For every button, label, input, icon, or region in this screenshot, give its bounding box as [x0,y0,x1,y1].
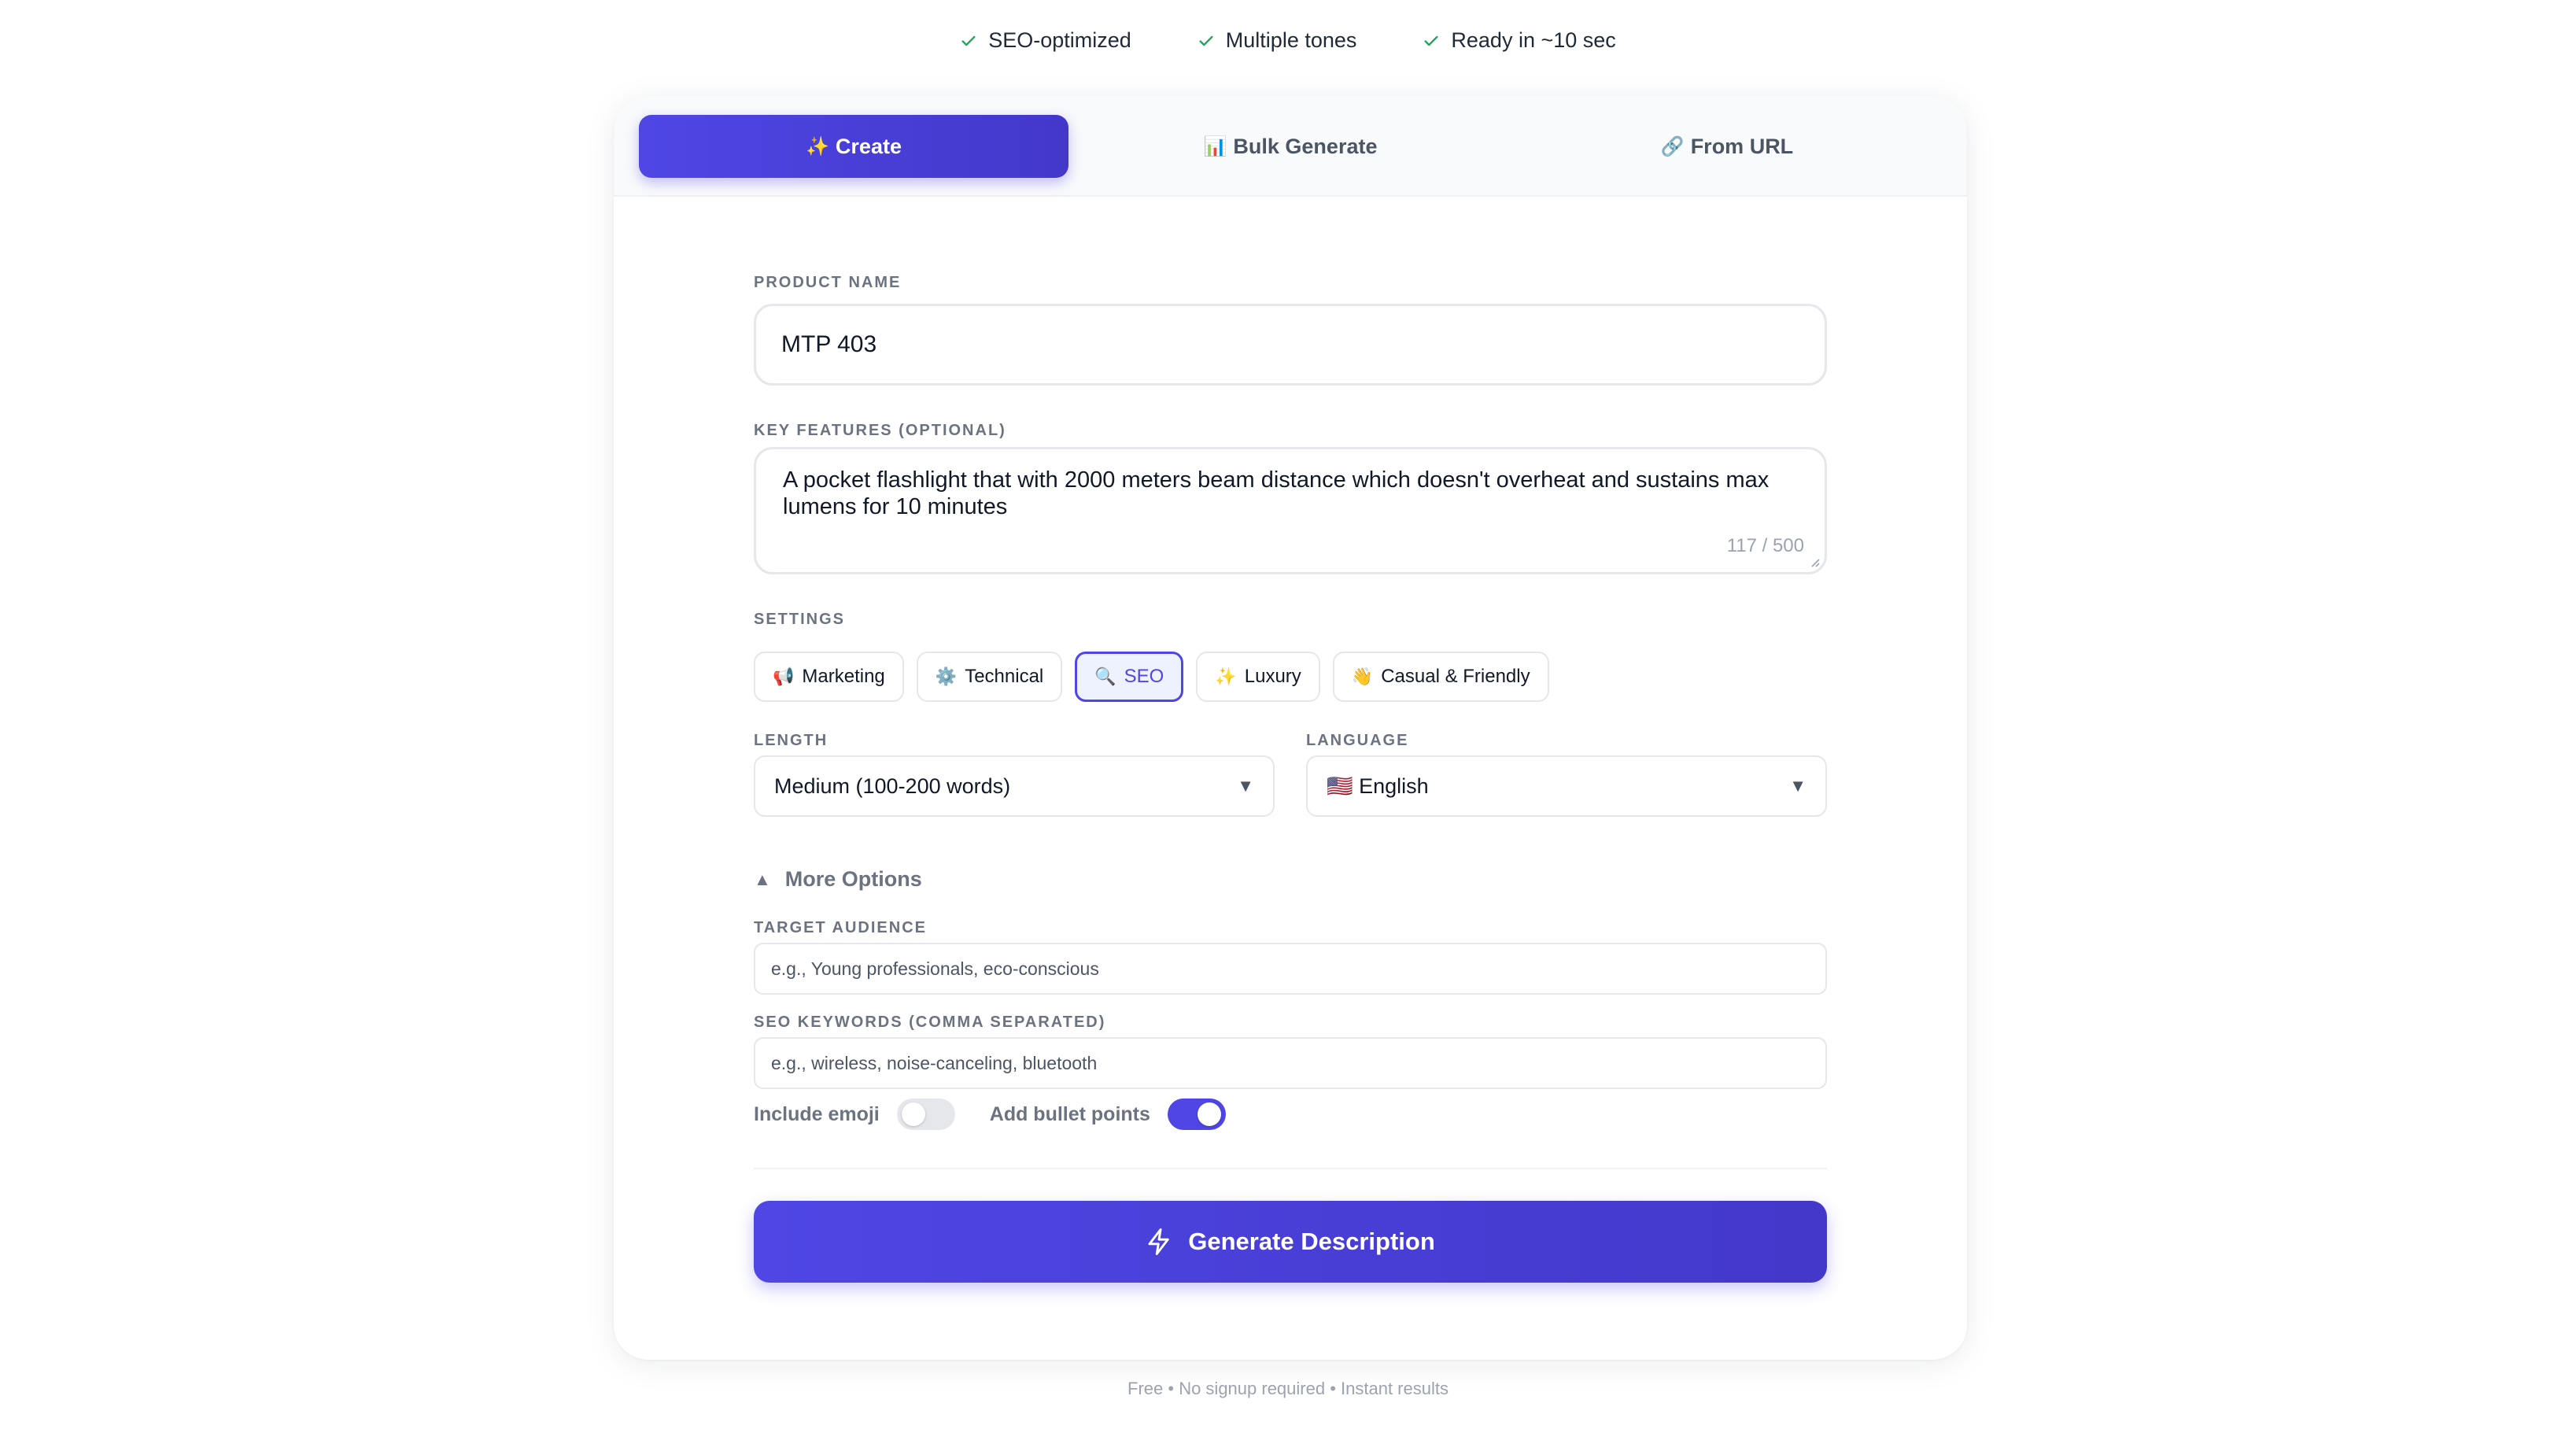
tab-label: From URL [1690,134,1794,158]
product-name-input[interactable]: MTP 403 [754,304,1827,386]
feature-list: SEO-optimized Multiple tones Ready in ~1… [0,28,2576,53]
seo-keywords-label: SEO KEYWORDS (COMMA SEPARATED) [754,1014,1106,1031]
tone-chip-casual-friendly[interactable]: 👋 Casual & Friendly [1332,652,1549,702]
tone-label: Technical [965,666,1044,687]
tone-label: SEO [1124,666,1164,687]
tab-label: Bulk Generate [1233,134,1378,158]
chevron-down-icon: ▼ [1789,776,1807,796]
toggle-row: Include emoji Add bullet points [754,1099,1226,1130]
character-counter: 117 / 500 [1726,535,1804,556]
tone-chip-marketing[interactable]: 📢 Marketing [754,652,904,702]
check-icon [961,35,976,46]
tone-chip-group: 📢 Marketing ⚙️ Technical 🔍 SEO ✨ Luxury … [754,652,1549,702]
target-audience-label: TARGET AUDIENCE [754,919,927,936]
divider [754,1168,1827,1169]
tone-chip-technical[interactable]: ⚙️ Technical [916,652,1063,702]
add-bullet-points-label: Add bullet points [989,1102,1150,1125]
target-audience-placeholder: e.g., Young professionals, eco-conscious [771,958,1099,979]
tone-label: Luxury [1244,666,1301,687]
tab-create[interactable]: ✨ Create [639,115,1068,178]
language-select[interactable]: 🇺🇸 English ▼ [1306,755,1827,817]
tone-chip-luxury[interactable]: ✨ Luxury [1196,652,1320,702]
feature-label: Multiple tones [1225,28,1357,52]
product-name-value: MTP 403 [781,331,877,357]
product-name-label: PRODUCT NAME [754,274,902,291]
language-label: LANGUAGE [1306,732,1409,749]
generate-label: Generate Description [1188,1228,1435,1255]
key-features-textarea[interactable]: A pocket flashlight that with 2000 meter… [754,447,1827,574]
chevron-down-icon: ▼ [1237,776,1254,796]
seo-keywords-input[interactable]: e.g., wireless, noise-canceling, bluetoo… [754,1037,1827,1089]
key-features-value: A pocket flashlight that with 2000 meter… [783,467,1770,519]
footer-note: Free • No signup required • Instant resu… [1127,1379,1449,1398]
target-audience-input[interactable]: e.g., Young professionals, eco-conscious [754,943,1827,995]
feature-label: SEO-optimized [988,28,1131,52]
settings-label: SETTINGS [754,611,846,628]
feature-item: SEO-optimized [960,28,1131,53]
triangle-up-icon: ▲ [754,869,771,889]
length-value: Medium (100-200 words) [774,774,1011,798]
length-select[interactable]: Medium (100-200 words) ▼ [754,755,1275,817]
toggle-knob [1197,1102,1221,1126]
key-features-label: KEY FEATURES (OPTIONAL) [754,422,1006,439]
feature-label: Ready in ~10 sec [1451,28,1616,52]
tab-from-url[interactable]: 🔗 From URL [1512,115,1942,178]
toggle-knob [901,1102,925,1126]
megaphone-icon: 📢 [773,666,795,686]
lightning-icon [1148,1228,1169,1255]
check-icon [1424,35,1438,46]
generator-card: ✨ Create 📊 Bulk Generate 🔗 From URL PROD… [614,96,1967,1360]
more-options-toggle[interactable]: ▲ More Options [754,867,922,892]
tab-bar: ✨ Create 📊 Bulk Generate 🔗 From URL [614,96,1967,197]
tab-bulk-generate[interactable]: 📊 Bulk Generate [1076,115,1505,178]
generate-description-button[interactable]: Generate Description [754,1201,1827,1283]
feature-item: Ready in ~10 sec [1423,28,1616,53]
waving-hand-icon: 👋 [1351,666,1374,686]
magnifier-icon: 🔍 [1094,666,1116,686]
check-icon [1199,35,1213,46]
include-emoji-toggle[interactable] [896,1099,955,1130]
seo-keywords-placeholder: e.g., wireless, noise-canceling, bluetoo… [771,1052,1098,1073]
feature-item: Multiple tones [1198,28,1357,53]
more-options-label: More Options [784,867,922,891]
length-label: LENGTH [754,732,829,749]
gear-icon: ⚙️ [935,666,958,686]
tone-label: Casual & Friendly [1381,666,1530,687]
tone-chip-seo[interactable]: 🔍 SEO [1075,652,1184,702]
tab-label: Create [835,134,902,158]
bar-chart-icon: 📊 [1203,135,1227,157]
tone-label: Marketing [802,666,885,687]
sparkles-icon: ✨ [1215,666,1237,686]
link-icon: 🔗 [1660,135,1685,157]
resize-handle-icon[interactable] [1809,556,1820,567]
add-bullet-points-toggle[interactable] [1167,1099,1226,1130]
sparkles-icon: ✨ [806,135,829,157]
language-value: 🇺🇸 English [1327,774,1429,798]
include-emoji-label: Include emoji [754,1102,880,1125]
